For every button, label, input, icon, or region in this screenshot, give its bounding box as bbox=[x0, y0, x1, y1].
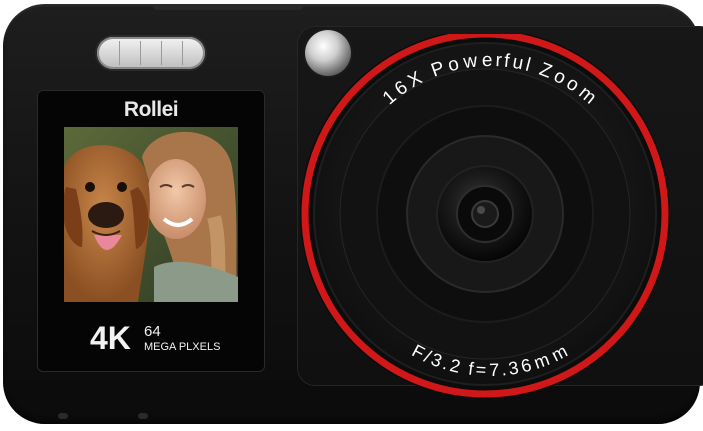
woman-with-dog-icon bbox=[64, 127, 238, 302]
screen-photo bbox=[64, 127, 238, 302]
flash-icon bbox=[97, 37, 205, 69]
top-button-strip bbox=[153, 4, 303, 10]
strap-lug bbox=[58, 413, 68, 419]
megapixel-value: 64 bbox=[144, 323, 161, 340]
megapixel-label: MEGA PLXELS bbox=[144, 341, 221, 353]
resolution-label: 4K bbox=[90, 320, 131, 356]
brand-logo: Rollei bbox=[123, 98, 179, 121]
strap-lug bbox=[138, 413, 148, 419]
lens-assembly: 16X Powerful Zoom F/3.2 f=7.36mm bbox=[300, 34, 670, 399]
